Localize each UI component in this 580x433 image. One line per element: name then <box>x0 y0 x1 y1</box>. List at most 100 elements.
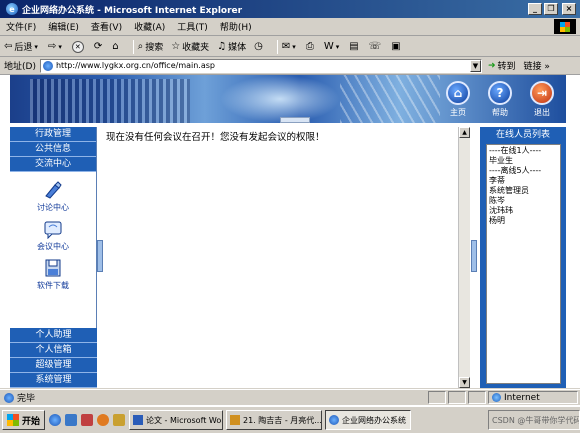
sidebar-item-personal-mailbox[interactable]: 个人信箱 <box>10 343 97 358</box>
left-sidebar: 行政管理 公共信息 交流中心 讨论中心 会议中心 软件下载 个人助理 个人信箱 … <box>10 127 97 388</box>
scroll-down-button[interactable]: ▼ <box>459 377 470 388</box>
close-button[interactable]: × <box>562 3 576 15</box>
sidebar-item-personal-assistant[interactable]: 个人助理 <box>10 328 97 343</box>
favorites-button[interactable]: ☆ 收藏夹 <box>171 40 209 53</box>
discussion-icon <box>45 181 62 199</box>
chevron-down-icon: ▾ <box>58 42 62 51</box>
list-item[interactable]: 沈玮玮 <box>489 206 558 216</box>
home-nav-button[interactable]: ⌂ 主页 <box>444 81 472 118</box>
menu-favorites[interactable]: 收藏(A) <box>128 20 171 33</box>
address-dropdown-button[interactable]: ▼ <box>469 59 481 72</box>
minimize-button[interactable]: _ <box>528 3 542 15</box>
task-music[interactable]: 21. 陶吉吉 - 月亮代... <box>226 410 323 430</box>
favorites-icon: ☆ <box>171 41 181 52</box>
scroll-up-button[interactable]: ▲ <box>459 127 470 138</box>
nav-meeting-center[interactable]: 会议中心 <box>10 219 96 252</box>
task-word[interactable]: 论文 - Microsoft Word <box>129 410 224 430</box>
chevron-down-icon: ▾ <box>335 42 340 51</box>
maximize-button[interactable]: ❐ <box>544 3 558 15</box>
media-label: 媒体 <box>228 43 247 53</box>
search-label: 搜索 <box>145 43 164 53</box>
ie-quicklaunch-icon[interactable] <box>49 414 62 426</box>
discuss-icon: ▤ <box>349 41 359 52</box>
menu-edit[interactable]: 编辑(E) <box>42 20 85 33</box>
meeting-status-message: 现在没有任何会议在召开！您没有发起会议的权限！ <box>106 132 325 143</box>
left-sidebar-toggle[interactable] <box>97 240 103 272</box>
media-button[interactable]: ♫ 媒体 <box>217 40 246 53</box>
address-url[interactable]: http://www.lygkx.org.cn/office/main.asp <box>56 61 470 70</box>
exit-nav-label: 退出 <box>534 108 550 117</box>
title-bar: e 企业网络办公系统 - Microsoft Internet Explorer… <box>0 0 580 18</box>
refresh-button[interactable]: ⟳ <box>94 41 104 52</box>
back-label: 后退 <box>14 43 33 53</box>
links-label: 链接 <box>523 62 542 72</box>
zone-label: Internet <box>504 392 540 403</box>
menu-help[interactable]: 帮助(H) <box>214 20 258 33</box>
home-button[interactable]: ⌂ <box>112 41 120 52</box>
tool-quicklaunch-icon[interactable] <box>113 414 126 426</box>
tray-text: CSDN @牛哥带你学代码 <box>492 415 580 425</box>
ie-icon <box>329 415 340 425</box>
print-icon: ⎙ <box>305 41 314 52</box>
menu-view[interactable]: 查看(V) <box>85 20 128 33</box>
exit-nav-button[interactable]: ⇥ 退出 <box>528 81 556 118</box>
list-item[interactable]: 杨明 <box>489 216 558 226</box>
go-button[interactable]: ➜ 转到 <box>488 59 516 73</box>
banner-handle[interactable] <box>280 117 310 123</box>
list-item[interactable]: 李蒂 <box>489 176 558 186</box>
status-area: 完毕 <box>0 391 428 404</box>
online-users-list[interactable]: ----在线1人---- 毕业生 ----离线5人---- 李蒂 系统管理员 陈… <box>486 144 561 384</box>
address-label: 地址(D) <box>4 62 36 72</box>
edit-button[interactable]: W ▾ <box>324 41 341 52</box>
list-item[interactable]: 毕业生 <box>489 156 558 166</box>
stop-button[interactable]: ✕ <box>71 40 86 53</box>
status-pane <box>428 391 446 404</box>
start-label: 开始 <box>22 416 41 427</box>
nav-discussion-center[interactable]: 讨论中心 <box>10 180 96 213</box>
mail-icon: ✉ <box>281 41 291 52</box>
help-icon: ? <box>488 81 512 105</box>
sidebar-item-communication[interactable]: 交流中心 <box>10 157 96 172</box>
online-list-title: 在线人员列表 <box>495 130 550 140</box>
search-button[interactable]: ⌕ 搜索 <box>138 40 164 53</box>
start-button[interactable]: 开始 <box>2 410 46 430</box>
list-item[interactable]: 陈岑 <box>489 196 558 206</box>
menu-file[interactable]: 文件(F) <box>0 20 42 33</box>
toolbar-separator <box>132 39 134 54</box>
links-button[interactable]: 链接 » <box>524 59 550 72</box>
sidebar-item-super-admin[interactable]: 超级管理 <box>10 358 97 373</box>
menu-tools[interactable]: 工具(T) <box>171 20 214 33</box>
search-icon: ⌕ <box>137 41 144 52</box>
media-icon: ♫ <box>217 41 227 52</box>
toolbar-separator <box>276 39 278 54</box>
nav-download-label: 软件下载 <box>37 281 69 290</box>
security-zone: Internet <box>488 391 578 404</box>
nav-discussion-label: 讨论中心 <box>37 203 69 212</box>
address-input[interactable]: http://www.lygkx.org.cn/office/main.asp … <box>39 58 482 73</box>
history-button[interactable]: ◷ <box>254 41 265 52</box>
research-icon: ▣ <box>391 41 401 52</box>
right-sidebar-toggle[interactable] <box>471 240 477 272</box>
vertical-scrollbar[interactable]: ▲ ▼ <box>458 127 470 388</box>
messenger-button[interactable]: ☏ <box>369 41 384 52</box>
print-button[interactable]: ⎙ <box>306 41 316 52</box>
app-quicklaunch-icon[interactable] <box>81 414 94 426</box>
research-button[interactable]: ▣ <box>391 41 402 52</box>
ie-icon: e <box>6 3 18 15</box>
nav-software-download[interactable]: 软件下载 <box>10 258 96 291</box>
forward-button[interactable]: ⇨ ▾ <box>48 41 64 52</box>
player-quicklaunch-icon[interactable] <box>97 414 110 426</box>
sidebar-item-system-admin[interactable]: 系统管理 <box>10 373 97 388</box>
sidebar-item-public-info[interactable]: 公共信息 <box>10 142 96 157</box>
list-item[interactable]: 系统管理员 <box>489 186 558 196</box>
back-button[interactable]: ⇦ 后退 ▾ <box>4 40 40 53</box>
task-label: 21. 陶吉吉 - 月亮代... <box>243 415 322 425</box>
desktop-quicklaunch-icon[interactable] <box>65 414 78 426</box>
back-arrow-icon: ⇦ <box>4 41 13 52</box>
sidebar-item-admin[interactable]: 行政管理 <box>10 127 96 142</box>
header-banner: ⌂ 主页 ? 帮助 ⇥ 退出 <box>10 75 566 123</box>
task-office-system[interactable]: 企业网络办公系统 <box>325 410 412 430</box>
mail-button[interactable]: ✉ ▾ <box>282 41 298 52</box>
help-nav-button[interactable]: ? 帮助 <box>486 81 514 118</box>
discuss-button[interactable]: ▤ <box>349 41 360 52</box>
